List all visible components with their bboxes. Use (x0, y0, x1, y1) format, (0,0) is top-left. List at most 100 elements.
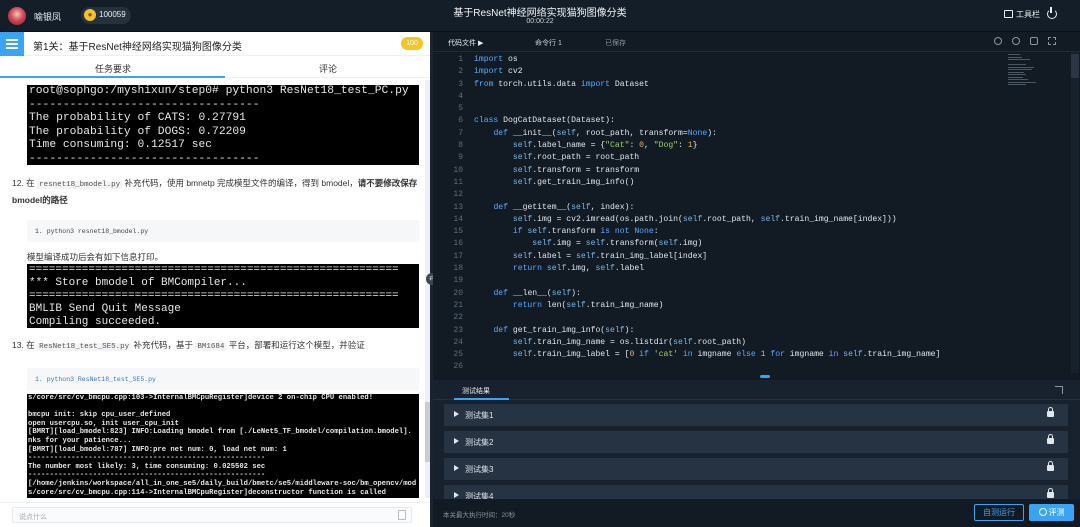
editor-tabs: 代码文件 ▶ 命令行 1 已保存 (433, 32, 1080, 52)
code-line[interactable]: import os (474, 54, 1014, 66)
task-panel: 第1关：基于ResNet神经网络实现猫狗图像分类 100 任务要求 评论 roo… (0, 32, 430, 527)
step-12-text: 补充代码，使用 bmnetp 完成模型文件的编译，得到 bmodel， (124, 178, 358, 188)
caret-right-icon (454, 411, 459, 417)
terminal-output-3: s/core/src/cv_bmcpu.cpp:103->InternalBMC… (27, 394, 419, 498)
self-test-run-button[interactable]: 自测运行 (974, 504, 1024, 521)
level-header: 第1关：基于ResNet神经网络实现猫狗图像分类 100 (0, 32, 430, 56)
send-icon[interactable] (398, 510, 406, 520)
code-line[interactable] (474, 361, 1014, 373)
code-line[interactable] (474, 189, 1014, 201)
code-content[interactable]: import os import cv2 from torch.utils.data… (474, 54, 1014, 374)
code-line[interactable]: if self.transform is not None: (474, 226, 1014, 238)
gear-icon[interactable] (1030, 37, 1038, 45)
step-12-code: resnet18_bmodel.py (37, 181, 123, 189)
step-12: 12. 在 resnet18_bmodel.py 补充代码，使用 bmnetp … (12, 176, 420, 208)
step-13-platform: BM1684 (195, 343, 227, 351)
task-content: root@sophgo:/myshixun/step0# python3 Res… (0, 80, 430, 498)
code-line[interactable] (474, 103, 1014, 115)
step-13-number: 13. 在 (12, 340, 35, 350)
code-line[interactable]: return len(self.train_img_name) (474, 300, 1014, 312)
line-numbers: 1 2 3 4 5 6 7 8 9 10 11 12 13 14 15 16 1… (453, 55, 463, 372)
terminal-output-1: root@sophgo:/myshixun/step0# python3 Res… (27, 85, 419, 165)
compile-note: 模型编译成功后会有如下信息打印。 (27, 252, 164, 262)
active-tab-indicator (0, 76, 225, 78)
test-case-label: 测试集2 (465, 438, 494, 447)
tab-comment[interactable]: 评论 (319, 62, 337, 75)
tab-task[interactable]: 任务要求 (95, 62, 131, 75)
code-line[interactable]: def __len__(self): (474, 288, 1014, 300)
code-line[interactable]: self.transform = transform (474, 165, 1014, 177)
history-icon[interactable] (1012, 37, 1020, 45)
editor-scrollbar[interactable] (1071, 52, 1079, 373)
comment-bar: 说点什么 (0, 502, 430, 527)
code-line[interactable]: self.label = self.train_img_label[index] (474, 251, 1014, 263)
test-case-label: 测试集3 (465, 465, 494, 474)
run-footer: 本关最大执行时间：20秒 自测运行 评测 (433, 499, 1080, 527)
code-line[interactable]: class DogCatDataset(Dataset): (474, 115, 1014, 127)
lock-icon (1047, 461, 1054, 471)
code-line[interactable]: self.img = cv2.imread(os.path.join(self.… (474, 214, 1014, 226)
step-13-code: ResNet18_test_SE5.py (37, 343, 132, 351)
code-line[interactable]: self.train_img_name = os.listdir(self.ro… (474, 337, 1014, 349)
results-resize-bar[interactable] (433, 373, 1080, 380)
test-case-3[interactable]: 测试集3 (444, 458, 1068, 480)
terminal-output-2: ========================================… (27, 264, 419, 328)
results-header: 测试结果 (433, 380, 1080, 400)
code-block-12: 1. python3 resnet18_bmodel.py (27, 220, 419, 242)
step-13-text: 补充代码，基于 (133, 340, 193, 350)
refresh-icon[interactable] (994, 37, 1002, 45)
evaluate-button[interactable]: 评测 (1029, 504, 1074, 521)
top-bar: 喻银凤 ● 100059 基于ResNet神经网络实现猫狗图像分类 00:00:… (0, 0, 1080, 32)
results-title[interactable]: 测试结果 (462, 386, 490, 396)
code-line[interactable]: def __init__(self, root_path, transform=… (474, 128, 1014, 140)
lock-icon (1047, 488, 1054, 498)
play-icon (1038, 508, 1047, 516)
page-title: 基于ResNet神经网络实现猫狗图像分类 (453, 8, 627, 19)
code-line[interactable]: def __getitem__(self, index): (474, 202, 1014, 214)
expand-icon[interactable] (1055, 386, 1063, 394)
code-block-13: 1. python3 ResNet18_test_SE5.py (27, 368, 419, 390)
menu-button[interactable] (0, 32, 24, 56)
power-icon[interactable] (1047, 7, 1057, 19)
code-line[interactable] (474, 312, 1014, 324)
evaluate-label: 评测 (1048, 508, 1065, 517)
results-tab-indicator (454, 398, 509, 400)
code-line[interactable]: from torch.utils.data import Dataset (474, 79, 1014, 91)
code-line[interactable]: self.get_train_img_info() (474, 177, 1014, 189)
resize-handle[interactable] (760, 375, 770, 378)
code-block-13-text: 1. python3 ResNet18_test_SE5.py (35, 376, 156, 383)
toolbox-button[interactable]: 工具栏 (1004, 9, 1040, 20)
test-case-label: 测试集1 (465, 411, 494, 420)
toolbox-label: 工具栏 (1016, 10, 1040, 19)
test-case-2[interactable]: 测试集2 (444, 431, 1068, 453)
code-line[interactable]: import cv2 (474, 66, 1014, 78)
exec-time-note: 本关最大执行时间：20秒 (443, 512, 516, 519)
comment-input[interactable]: 说点什么 (12, 507, 412, 523)
caret-right-icon (454, 438, 459, 444)
caret-right-icon (454, 465, 459, 471)
timer: 00:00:22 (526, 18, 554, 25)
tab-command-line[interactable]: 命令行 1 (535, 38, 562, 48)
tab-code-file[interactable]: 代码文件 ▶ (448, 38, 483, 48)
step-12-number: 12. 在 (12, 178, 35, 188)
code-line[interactable]: self.img = self.transform(self.img) (474, 238, 1014, 250)
code-line[interactable]: return self.img, self.label (474, 263, 1014, 275)
level-title: 第1关：基于ResNet神经网络实现猫狗图像分类 (33, 42, 242, 53)
caret-right-icon (454, 492, 459, 498)
code-line[interactable]: self.train_img_label = [0 if 'cat' in im… (474, 349, 1014, 361)
fullscreen-icon[interactable] (1048, 37, 1056, 45)
lock-icon (1047, 407, 1054, 417)
toolbox-icon (1004, 10, 1013, 18)
step-13-text-2: 平台，部署和运行这个模型，并验证 (228, 340, 365, 350)
editor-scrollbar-thumb[interactable] (1071, 54, 1079, 78)
lock-icon (1047, 434, 1054, 444)
test-case-1[interactable]: 测试集1 (444, 404, 1068, 426)
code-line[interactable] (474, 91, 1014, 103)
code-line[interactable] (474, 275, 1014, 287)
code-line[interactable]: self.label_name = {"Cat": 0, "Dog": 1} (474, 140, 1014, 152)
save-status: 已保存 (605, 40, 626, 47)
minimap[interactable] (1008, 54, 1038, 94)
code-line[interactable]: def get_train_img_info(self): (474, 325, 1014, 337)
code-line[interactable]: self.root_path = root_path (474, 152, 1014, 164)
code-editor: 代码文件 ▶ 命令行 1 已保存 1 2 3 4 5 6 7 8 9 10 11… (433, 32, 1080, 373)
